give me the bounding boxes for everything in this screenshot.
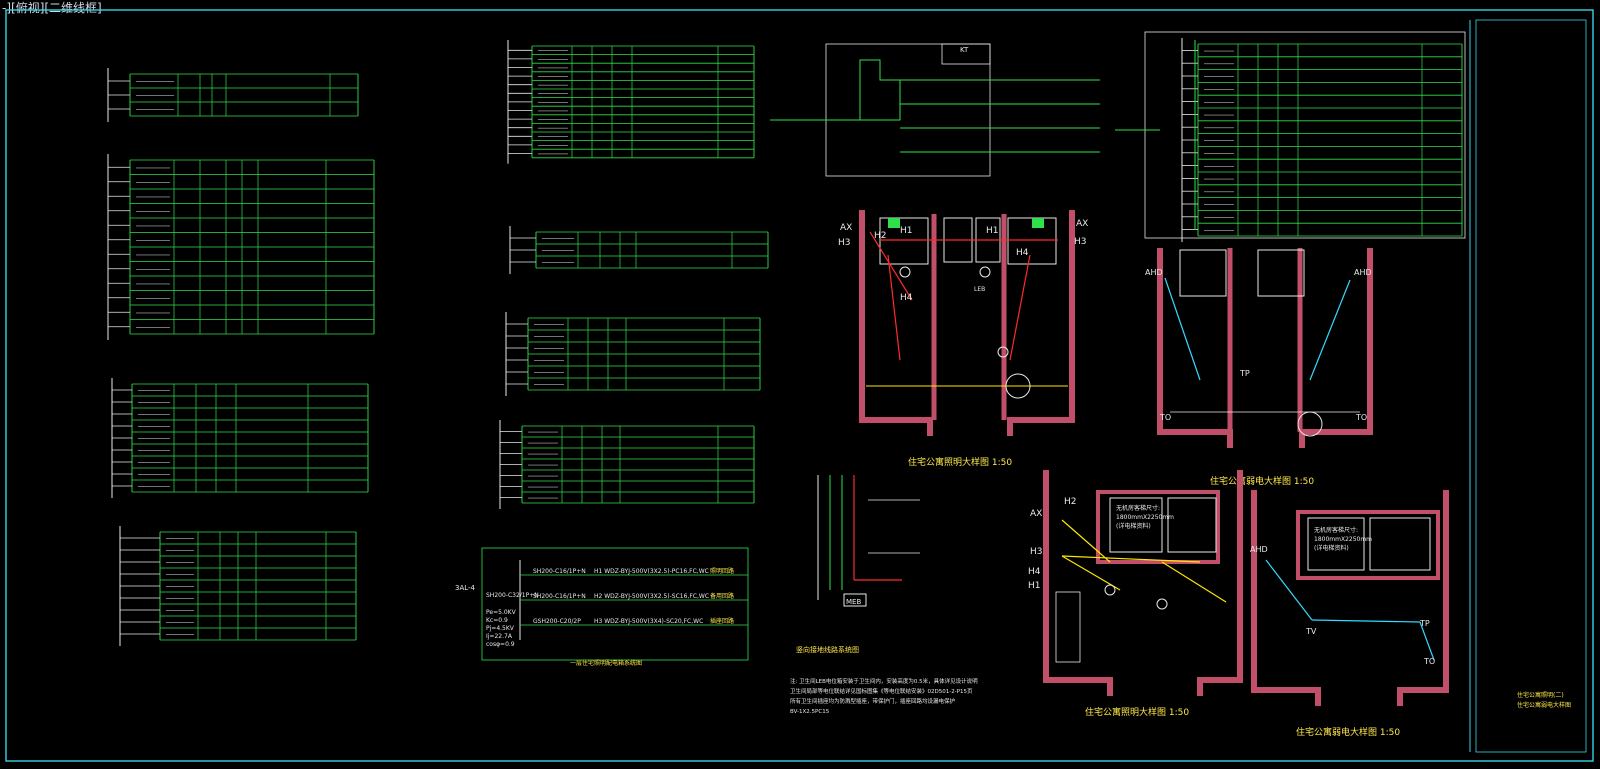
- al4-name: 3AL-4: [455, 584, 476, 592]
- h4-label: H4: [1016, 248, 1029, 258]
- kt-label: KT: [960, 46, 969, 54]
- title-block-line2: 住宅公寓弱电大样图: [1517, 701, 1571, 709]
- h2-label: H2: [874, 231, 887, 241]
- lift-note-1-line1: 无机房客梯尺寸:: [1116, 504, 1160, 512]
- al4-circuit-3: H3 WDZ-BYJ-500V(3X4)-SC20,FC,WC: [594, 618, 703, 625]
- ahd-label-right: AHD: [1354, 268, 1372, 277]
- cad-drawing-canvas[interactable]: 住宅公寓照明(二) 住宅公寓弱电大样图 3AL-4 Pe=5.0KV Kc=0.…: [0, 0, 1600, 769]
- lift-note-1-line3: (详电梯资料): [1116, 522, 1151, 530]
- distribution-schedules: [107, 38, 1463, 646]
- floorplan-power-1: AHD AHD TO TO TP 住宅公寓弱电大样图 1:50: [1145, 248, 1373, 487]
- al4-breaker-main: SH200-C32/1P+N: [486, 592, 539, 599]
- note-line-3: 所有卫生间插座均为防溅型插座，带保护门，插座回路均设漏电保护: [790, 697, 956, 705]
- to-label: TO: [1159, 413, 1171, 422]
- al4-pe: Pe=5.0KV: [486, 609, 517, 616]
- title-lighting-2: 住宅公寓照明大样图 1:50: [1085, 706, 1189, 718]
- to-label-right: TO: [1355, 413, 1367, 422]
- ax-label-left: AX: [840, 223, 852, 233]
- al4-note-2: 备用回路: [710, 592, 734, 600]
- al4-title: 一层住宅照明配电箱系统图: [570, 659, 642, 667]
- h4-label-bottom: H4: [1028, 567, 1041, 577]
- al4-cos: cosφ=0.9: [486, 641, 515, 648]
- al4-ij: Ij=22.7A: [486, 633, 513, 640]
- panel-top-right: [1115, 31, 1466, 239]
- title-power-1: 住宅公寓弱电大样图 1:50: [1210, 475, 1314, 487]
- al4-breaker-3: GSH200-C20/2P: [533, 618, 581, 625]
- al4-note-1: 照明回路: [710, 567, 734, 575]
- note-line-2: 卫生间局部等电位联结详见国标图集《等电位联结安装》02D501-2-P15页: [790, 687, 973, 695]
- grounding-diagram: MEB 竖向接地线路系统图: [796, 475, 920, 654]
- al4-breaker-2: SH200-C16/1P+N: [533, 593, 586, 600]
- general-notes: 注: 卫生间LEB电位箱安装于卫生间内，安装高度为0.5米，具体详见设计说明 卫…: [790, 677, 978, 715]
- floorplan-lighting-2: AX H2 H3 H4 H1 无机房客梯尺寸: 1800mmX2250mm (详…: [1028, 470, 1243, 718]
- ahd-label-left: AHD: [1145, 268, 1163, 277]
- tv-label-bottom: TV: [1305, 627, 1317, 636]
- title-lighting-1: 住宅公寓照明大样图 1:50: [908, 456, 1012, 468]
- to-label-bottom: TO: [1423, 657, 1435, 666]
- h1-label: H1: [900, 226, 913, 236]
- ax-label-bottom: AX: [1030, 509, 1042, 519]
- grounding-title: 竖向接地线路系统图: [796, 645, 859, 654]
- note-line-4: BV-1X2.5PC15: [790, 709, 830, 715]
- leb-label: LEB: [974, 286, 985, 293]
- kt-control-diagram: KT: [770, 43, 1100, 177]
- title-power-2: 住宅公寓弱电大样图 1:50: [1296, 726, 1400, 738]
- h2-label-bottom: H2: [1064, 497, 1077, 507]
- floorplan-power-2: AHD TP TO TV 无机房客梯尺寸: 1800mmX2250mm (详电梯…: [1250, 490, 1449, 738]
- note-line-1: 注: 卫生间LEB电位箱安装于卫生间内，安装高度为0.5米，具体详见设计说明: [790, 677, 978, 685]
- al4-pj: Pj=4.5KV: [486, 625, 515, 632]
- h3-label-right: H3: [1074, 237, 1087, 247]
- h1-label-bottom: H1: [1028, 581, 1041, 591]
- al4-circuit-2: H2 WDZ-BYJ-500V(3X2.5)-SC16,FC,WC: [594, 593, 709, 600]
- panel-al4: 3AL-4 Pe=5.0KV Kc=0.9 Pj=4.5KV Ij=22.7A …: [455, 547, 749, 667]
- h1-label-2: H1: [986, 226, 999, 236]
- al4-kc: Kc=0.9: [486, 617, 508, 624]
- tp-label-bottom: TP: [1419, 619, 1430, 628]
- lift-note-1-line2: 1800mmX2250mm: [1116, 514, 1174, 521]
- title-block: 住宅公寓照明(二) 住宅公寓弱电大样图: [1469, 19, 1587, 753]
- h3-label-bottom: H3: [1030, 547, 1043, 557]
- title-block-line1: 住宅公寓照明(二): [1517, 691, 1564, 699]
- ax-label-right: AX: [1076, 219, 1088, 229]
- al4-breaker-1: SH200-C16/1P+N: [533, 568, 586, 575]
- ahd-label-bottom: AHD: [1250, 545, 1268, 554]
- meb-label: MEB: [846, 598, 861, 606]
- al4-note-3: 插座回路: [710, 617, 734, 625]
- h3-label-left: H3: [838, 238, 851, 248]
- lift-note-2-line3: (详电梯资料): [1314, 544, 1349, 552]
- floorplan-lighting-1: AX AX H3 H3 H2 H4 H4 H1 H1 LEB 住宅公寓照明大样图…: [838, 210, 1088, 468]
- al4-circuit-1: H1 WDZ-BYJ-500V(3X2.5)-PC16,FC,WC: [594, 568, 709, 575]
- lift-note-2-line1: 无机房客梯尺寸:: [1314, 526, 1358, 534]
- lift-note-2-line2: 1800mmX2250mm: [1314, 536, 1372, 543]
- tp-label: TP: [1239, 369, 1250, 378]
- h4-label-2: H4: [900, 293, 913, 303]
